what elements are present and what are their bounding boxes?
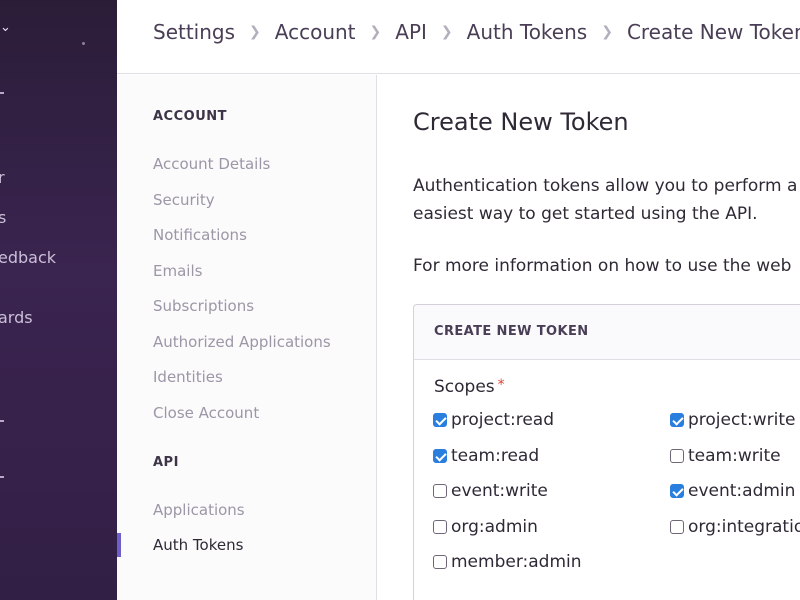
active-indicator [117,533,121,557]
sidebar-heading-account: ACCOUNT [153,109,227,124]
breadcrumb-api[interactable]: API [395,20,427,44]
breadcrumb-account[interactable]: Account [275,20,356,44]
breadcrumb-auth-tokens[interactable]: Auth Tokens [467,20,588,44]
nav-marker [0,476,4,478]
create-token-panel: CREATE NEW TOKEN Scopes * project:read pr… [413,304,800,600]
info-text: For more information on how to use the w… [413,256,792,276]
scope-project-read[interactable]: project:read [433,410,554,430]
sidebar-item-authorized-applications[interactable]: Authorized Applications [153,333,331,351]
checkbox[interactable] [433,520,447,534]
nav-item-dashboards[interactable]: ards [0,308,33,327]
nav-item-feedback[interactable]: edback [0,248,56,267]
checkbox[interactable] [670,520,684,534]
checkbox[interactable] [670,449,684,463]
intro-text-line-1: Authentication tokens allow you to perfo… [413,176,798,196]
sidebar-item-identities[interactable]: Identities [153,368,223,386]
breadcrumb: Settings ❯ Account ❯ API ❯ Auth Tokens ❯… [153,20,800,44]
app-navigation: ⌄ r s edback ards [0,0,117,600]
checkbox[interactable] [433,484,447,498]
scope-org-integration[interactable]: org:integratio [670,517,800,537]
scope-event-write[interactable]: event:write [433,481,548,501]
checkbox[interactable] [670,484,684,498]
settings-sidebar: ACCOUNT Account Details Security Notific… [117,75,377,600]
checkbox[interactable] [670,413,684,427]
scope-label: event:write [451,481,548,501]
scope-label: event:admin [688,481,796,501]
breadcrumb-create-new-token: Create New Token [626,20,800,44]
nav-marker [0,420,4,422]
collapse-dot-icon [82,42,85,45]
scope-org-admin[interactable]: org:admin [433,517,538,537]
sidebar-item-subscriptions[interactable]: Subscriptions [153,297,254,315]
checkbox[interactable] [433,449,447,463]
sidebar-item-auth-tokens[interactable]: Auth Tokens [153,536,243,554]
settings-header: Settings ❯ Account ❯ API ❯ Auth Tokens ❯… [117,0,800,74]
chevron-down-icon[interactable]: ⌄ [0,20,11,35]
sidebar-item-close-account[interactable]: Close Account [153,404,259,422]
scope-team-write[interactable]: team:write [670,446,781,466]
panel-header: CREATE NEW TOKEN [414,305,800,360]
scopes-label-text: Scopes [434,377,495,397]
scopes-label: Scopes * [434,377,505,397]
sidebar-heading-api: API [153,455,179,470]
sidebar-item-emails[interactable]: Emails [153,262,202,280]
chevron-right-icon: ❯ [249,24,261,40]
scope-label: project:write [688,410,796,430]
scope-label: org:admin [451,517,538,537]
nav-item-partial-1[interactable]: r [0,168,5,187]
checkbox[interactable] [433,413,447,427]
chevron-right-icon: ❯ [601,24,613,40]
scope-label: team:read [451,446,540,466]
page-title: Create New Token [413,108,629,136]
checkbox[interactable] [433,555,447,569]
nav-item-partial-2[interactable]: s [0,208,6,227]
scope-team-read[interactable]: team:read [433,446,539,466]
panel-title: CREATE NEW TOKEN [434,324,589,339]
scope-project-write[interactable]: project:write [670,410,795,430]
scope-event-admin[interactable]: event:admin [670,481,795,501]
scope-member-admin[interactable]: member:admin [433,552,582,572]
scope-label: member:admin [451,552,582,572]
nav-marker [0,92,4,94]
main-content: Create New Token Authentication tokens a… [377,75,800,600]
sidebar-item-applications[interactable]: Applications [153,501,245,519]
scope-label: org:integratio [688,517,800,537]
scope-label: project:read [451,410,555,430]
intro-text-line-2: easiest way to get started using the API… [413,204,758,224]
sidebar-item-notifications[interactable]: Notifications [153,226,247,244]
required-indicator: * [497,377,505,393]
chevron-right-icon: ❯ [369,24,382,40]
breadcrumb-settings[interactable]: Settings [153,20,235,44]
chevron-right-icon: ❯ [440,24,453,40]
scope-label: team:write [688,446,781,466]
sidebar-item-security[interactable]: Security [153,191,215,209]
sidebar-item-account-details[interactable]: Account Details [153,155,270,173]
